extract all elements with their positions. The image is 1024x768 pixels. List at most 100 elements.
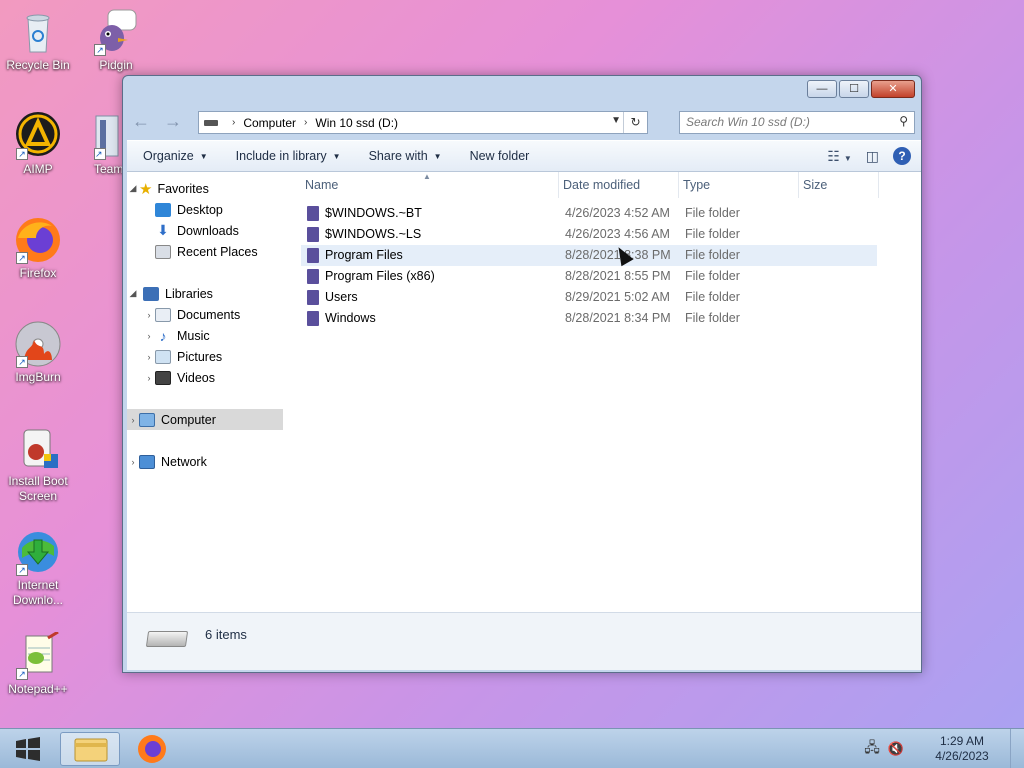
drive-icon — [204, 119, 218, 126]
folder-icon — [307, 290, 319, 305]
nav-downloads[interactable]: ⬇ Downloads — [127, 220, 287, 241]
show-desktop-button[interactable] — [1010, 729, 1024, 768]
start-button[interactable] — [10, 735, 44, 763]
desktop-icon-label: Team — [94, 162, 124, 176]
taskbar-explorer-button[interactable] — [60, 732, 120, 766]
folder-icon — [307, 269, 319, 284]
view-controls: ☷ ▼ ◫ ? — [827, 147, 911, 165]
help-icon[interactable]: ? — [893, 147, 911, 165]
chevron-down-icon: ▼ — [433, 151, 442, 161]
search-icon[interactable]: ⚲ — [899, 114, 908, 128]
nav-documents[interactable]: › Documents — [127, 304, 287, 325]
file-name: $WINDOWS.~BT — [325, 206, 422, 220]
preview-pane-icon[interactable]: ◫ — [866, 148, 879, 165]
table-row[interactable]: $WINDOWS.~BT 4/26/2023 4:52 AM File fold… — [301, 203, 877, 224]
clock[interactable]: 1:29 AM 4/26/2023 — [914, 734, 1010, 764]
nav-label: Desktop — [177, 202, 223, 217]
nav-pictures[interactable]: › Pictures — [127, 346, 287, 367]
desktop-icon-label: Install Boot Screen — [8, 474, 68, 503]
column-header-size[interactable]: Size — [799, 172, 879, 198]
file-type: File folder — [685, 248, 740, 262]
command-bar: Organize ▼ Include in library ▼ Share with… — [127, 140, 921, 172]
table-row[interactable]: Program Files 8/28/2021 8:38 PM File fol… — [301, 245, 877, 266]
volume-muted-icon[interactable]: 🔇 — [888, 741, 904, 757]
collapsed-arrow-icon[interactable]: › — [127, 415, 139, 425]
minimize-button[interactable]: — — [807, 80, 837, 98]
back-button[interactable]: ← — [129, 111, 153, 133]
network-status-icon[interactable]: 🖧 — [864, 737, 880, 761]
breadcrumb-separator-icon: › — [304, 117, 308, 128]
file-type: File folder — [685, 206, 740, 220]
column-label: Size — [803, 178, 828, 192]
column-header-name[interactable]: Name — [301, 172, 559, 198]
column-header-type[interactable]: Type — [679, 172, 799, 198]
videos-icon — [155, 370, 171, 385]
new-folder-button[interactable]: New folder — [470, 149, 530, 163]
collapsed-arrow-icon[interactable]: › — [127, 457, 139, 467]
close-button[interactable]: ✕ — [871, 80, 915, 98]
folder-icon — [307, 227, 319, 242]
window-controls: — ☐ ✕ — [807, 80, 915, 98]
file-date: 8/29/2021 5:02 AM — [565, 290, 670, 304]
desktop-icon-aimp[interactable]: ↗ AIMP — [0, 112, 76, 177]
file-type: File folder — [685, 269, 740, 283]
download-arrow-icon: ⬇ — [157, 222, 169, 238]
forward-button[interactable]: → — [161, 111, 185, 133]
clock-date: 4/26/2023 — [935, 749, 989, 763]
nav-label: Favorites — [157, 181, 209, 196]
internet-download-manager-icon: ↗ — [14, 528, 62, 576]
maximize-button[interactable]: ☐ — [839, 80, 869, 98]
collapsed-arrow-icon[interactable]: › — [143, 310, 155, 320]
include-in-library-button[interactable]: Include in library ▼ — [236, 149, 341, 163]
nav-recent-places[interactable]: Recent Places — [127, 241, 287, 262]
collapsed-arrow-icon[interactable]: › — [143, 331, 155, 341]
nav-videos[interactable]: › Videos — [127, 367, 287, 388]
file-date: 4/26/2023 4:52 AM — [565, 206, 670, 220]
address-bar[interactable]: › Computer › Win 10 ssd (D:) ▼ ↻ — [198, 111, 648, 134]
refresh-button[interactable]: ↻ — [623, 112, 647, 133]
folder-icon — [307, 311, 319, 326]
share-with-button[interactable]: Share with ▼ — [369, 149, 442, 163]
collapsed-arrow-icon[interactable]: › — [143, 373, 155, 383]
file-date: 8/28/2021 8:55 PM — [565, 269, 671, 283]
nav-favorites[interactable]: ◢ ★ Favorites — [127, 178, 287, 199]
expanded-arrow-icon[interactable]: ◢ — [127, 288, 139, 299]
breadcrumb-computer[interactable]: Computer — [243, 116, 296, 130]
search-input[interactable]: Search Win 10 ssd (D:) ⚲ — [679, 111, 915, 134]
nav-label: Network — [161, 454, 207, 469]
desktop-icon-teamviewer[interactable]: ↗ Team — [78, 112, 126, 177]
desktop-icon-recycle-bin[interactable]: Recycle Bin — [0, 8, 76, 73]
desktop-icon-notepad-plus-plus[interactable]: ↗ Notepad++ — [0, 630, 76, 697]
recent-places-icon — [155, 244, 171, 259]
address-dropdown-icon[interactable]: ▼ — [611, 115, 621, 126]
change-view-icon[interactable]: ☷ ▼ — [827, 148, 851, 165]
desktop-icon-firefox[interactable]: ↗ Firefox — [0, 216, 76, 281]
file-name: Users — [325, 290, 358, 304]
pictures-icon — [155, 349, 171, 364]
table-row[interactable]: Program Files (x86) 8/28/2021 8:55 PM Fi… — [301, 266, 877, 287]
desktop-icon-install-boot-screen[interactable]: Install Boot Screen — [0, 424, 76, 504]
expanded-arrow-icon[interactable]: ◢ — [127, 183, 139, 194]
table-row[interactable]: Windows 8/28/2021 8:34 PM File folder — [301, 308, 877, 329]
item-count: 6 items — [205, 627, 247, 642]
desktop-icon-internet-download-manager[interactable]: ↗ Internet Downlo... — [0, 528, 76, 608]
nav-network[interactable]: › Network — [127, 451, 287, 472]
taskbar-firefox-button[interactable] — [122, 732, 182, 766]
table-row[interactable]: $WINDOWS.~LS 4/26/2023 4:56 AM File fold… — [301, 224, 877, 245]
nav-desktop[interactable]: Desktop — [127, 199, 287, 220]
install-boot-screen-icon — [14, 424, 62, 472]
file-list: ▲ Name Date modified Type Size $WINDOWS.… — [301, 172, 921, 612]
nav-music[interactable]: › ♪ Music — [127, 325, 287, 346]
collapsed-arrow-icon[interactable]: › — [143, 352, 155, 362]
pidgin-icon: ↗ — [92, 8, 140, 56]
desktop-icon-label: Notepad++ — [8, 682, 68, 696]
table-row[interactable]: Users 8/29/2021 5:02 AM File folder — [301, 287, 877, 308]
organize-button[interactable]: Organize ▼ — [143, 149, 208, 163]
column-header-date-modified[interactable]: Date modified — [559, 172, 679, 198]
breadcrumb-drive[interactable]: Win 10 ssd (D:) — [315, 116, 398, 130]
desktop-icon-imgburn[interactable]: ↗ ImgBurn — [0, 320, 76, 385]
desktop-icon-pidgin[interactable]: ↗ Pidgin — [78, 8, 154, 73]
nav-libraries[interactable]: ◢ Libraries — [127, 283, 287, 304]
file-type: File folder — [685, 227, 740, 241]
nav-computer[interactable]: › Computer — [127, 409, 283, 430]
